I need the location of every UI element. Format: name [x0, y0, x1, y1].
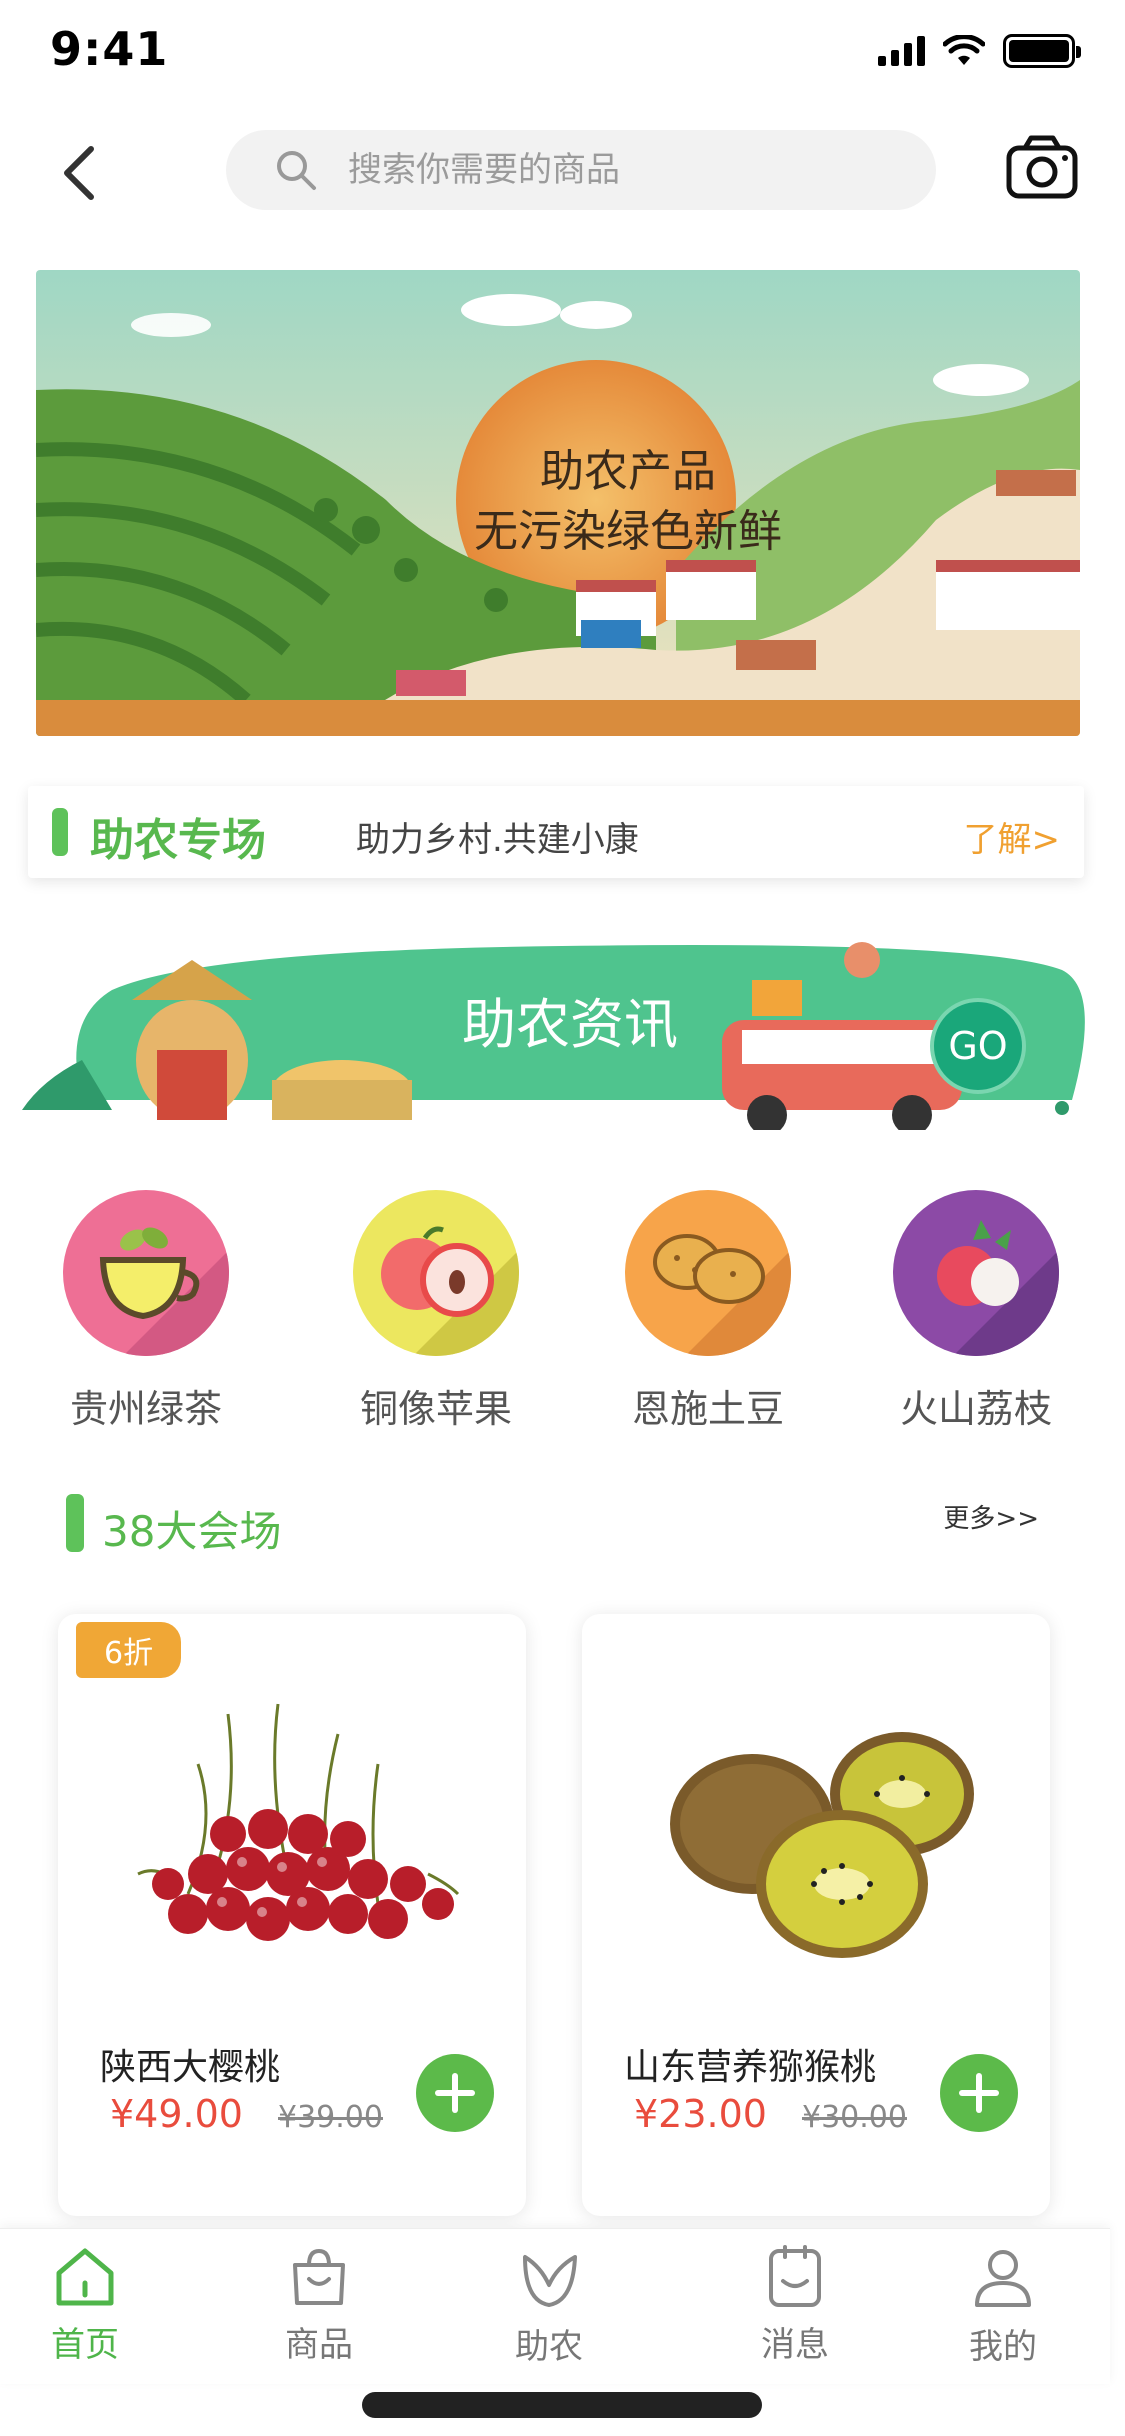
battery-icon — [1003, 34, 1081, 68]
tab-assist-farmers[interactable]: 助农 — [474, 2245, 624, 2368]
chevron-left-icon — [64, 146, 94, 200]
tab-profile[interactable]: 我的 — [928, 2245, 1078, 2368]
tab-bar: 首页 商品 助农 消息 我的 — [0, 2228, 1110, 2384]
wifi-icon — [943, 35, 985, 65]
category-tongxiang-apple[interactable]: 铜像苹果 — [326, 1190, 546, 1433]
tab-label: 助农 — [515, 2327, 583, 2367]
back-button[interactable] — [44, 138, 114, 208]
section-header: 38大会场 更多>> — [0, 1490, 1125, 1570]
tab-products[interactable]: 商品 — [244, 2245, 394, 2366]
section-accent-bar — [66, 1494, 84, 1552]
message-icon — [769, 2245, 821, 2307]
status-icons — [878, 34, 1081, 68]
cherries-image — [137, 1703, 460, 1941]
lychee-icon — [893, 1190, 1059, 1356]
bag-icon — [293, 2248, 345, 2305]
category-label: 铜像苹果 — [359, 1387, 512, 1431]
product-original-price: ¥39.00 — [278, 2100, 383, 2135]
home-icon — [56, 2248, 114, 2306]
search-icon — [277, 151, 316, 190]
product-original-price: ¥30.00 — [802, 2100, 907, 2135]
promo-strip[interactable]: 助农专场 助力乡村.共建小康 了解> — [28, 786, 1084, 878]
promo-accent-bar — [52, 808, 68, 856]
camera-button[interactable] — [1003, 128, 1083, 208]
promo-subtitle: 助力乡村.共建小康 — [356, 820, 639, 860]
product-price: ¥49.00 — [110, 2092, 243, 2136]
cellular-signal-icon — [878, 36, 925, 66]
discount-badge: 6折 — [76, 1622, 182, 1678]
kiwi-image — [670, 1732, 974, 1958]
category-label: 火山荔枝 — [899, 1387, 1052, 1431]
promo-title: 助农专场 — [90, 815, 266, 866]
hero-title-line1: 助农产品 — [540, 446, 716, 497]
tab-label: 我的 — [969, 2327, 1037, 2367]
status-bar: 9:41 — [0, 0, 1125, 110]
camera-icon — [1006, 135, 1078, 199]
apple-icon — [353, 1190, 519, 1356]
product-price: ¥23.00 — [634, 2092, 767, 2136]
category-enshi-potato[interactable]: 恩施土豆 — [598, 1190, 818, 1433]
news-banner[interactable]: 助农资讯 GO — [22, 910, 1102, 1135]
section-title: 38大会场 — [102, 1507, 282, 1556]
tab-messages[interactable]: 消息 — [720, 2245, 870, 2366]
product-card[interactable]: 山东营养猕猴桃 ¥23.00 ¥30.00 — [582, 1614, 1050, 2216]
tab-home[interactable]: 首页 — [10, 2245, 160, 2366]
add-to-cart-button[interactable] — [416, 2054, 494, 2132]
tea-cup-icon — [63, 1190, 229, 1356]
category-volcano-lychee[interactable]: 火山荔枝 — [866, 1190, 1086, 1433]
search-bar[interactable] — [226, 130, 936, 210]
hero-banner[interactable]: 助农产品 无污染绿色新鲜 — [36, 270, 1080, 736]
tab-label: 商品 — [285, 2325, 353, 2365]
home-indicator — [362, 2392, 762, 2418]
status-time: 9:41 — [50, 22, 169, 76]
product-name: 山东营养猕猴桃 — [624, 2047, 877, 2088]
header — [0, 120, 1125, 230]
category-row: 贵州绿茶 铜像苹果 恩施土豆 火山荔枝 — [0, 1190, 1125, 1450]
more-link[interactable]: 更多>> — [943, 1498, 1039, 1535]
search-input[interactable] — [348, 150, 908, 190]
category-guizhou-tea[interactable]: 贵州绿茶 — [36, 1190, 256, 1433]
product-card[interactable]: 6折 陕西大樱桃 ¥49.00 ¥39.00 — [58, 1614, 526, 2216]
leaf-icon — [523, 2255, 577, 2307]
hero-title-line2: 无污染绿色新鲜 — [474, 506, 782, 557]
go-button[interactable]: GO — [930, 998, 1026, 1094]
learn-more-link[interactable]: 了解> — [964, 812, 1061, 861]
category-label: 恩施土豆 — [631, 1387, 784, 1431]
product-name: 陕西大樱桃 — [100, 2047, 281, 2088]
news-title: 助农资讯 — [462, 993, 678, 1056]
potato-icon — [625, 1190, 791, 1356]
add-to-cart-button[interactable] — [940, 2054, 1018, 2132]
tab-label: 首页 — [51, 2325, 119, 2365]
user-icon — [975, 2250, 1031, 2307]
category-label: 贵州绿茶 — [69, 1387, 222, 1431]
tab-label: 消息 — [761, 2325, 829, 2365]
